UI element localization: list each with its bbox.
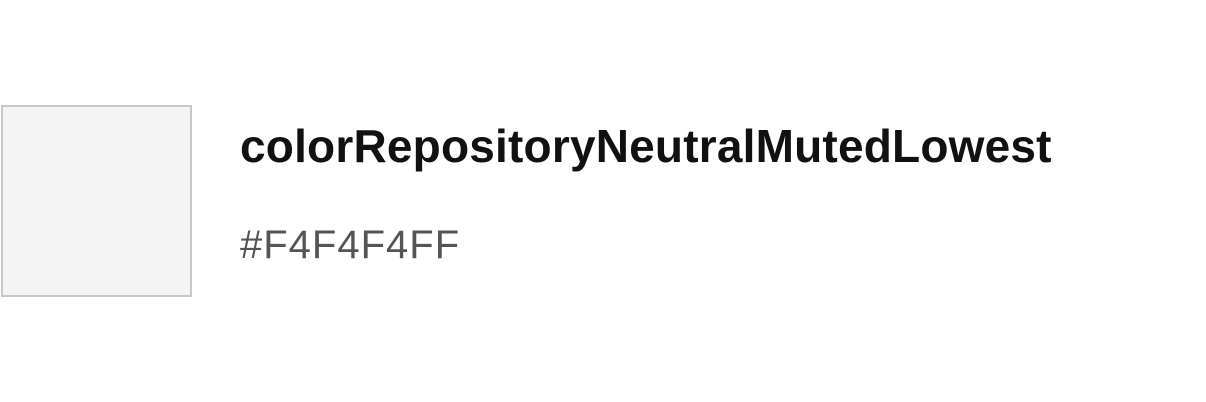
token-name: colorRepositoryNeutralMutedLowest [240, 120, 1052, 172]
token-value: #F4F4F4FF [240, 223, 461, 267]
color-swatch [1, 105, 192, 297]
color-token-row: colorRepositoryNeutralMutedLowest #F4F4F… [0, 0, 1206, 402]
